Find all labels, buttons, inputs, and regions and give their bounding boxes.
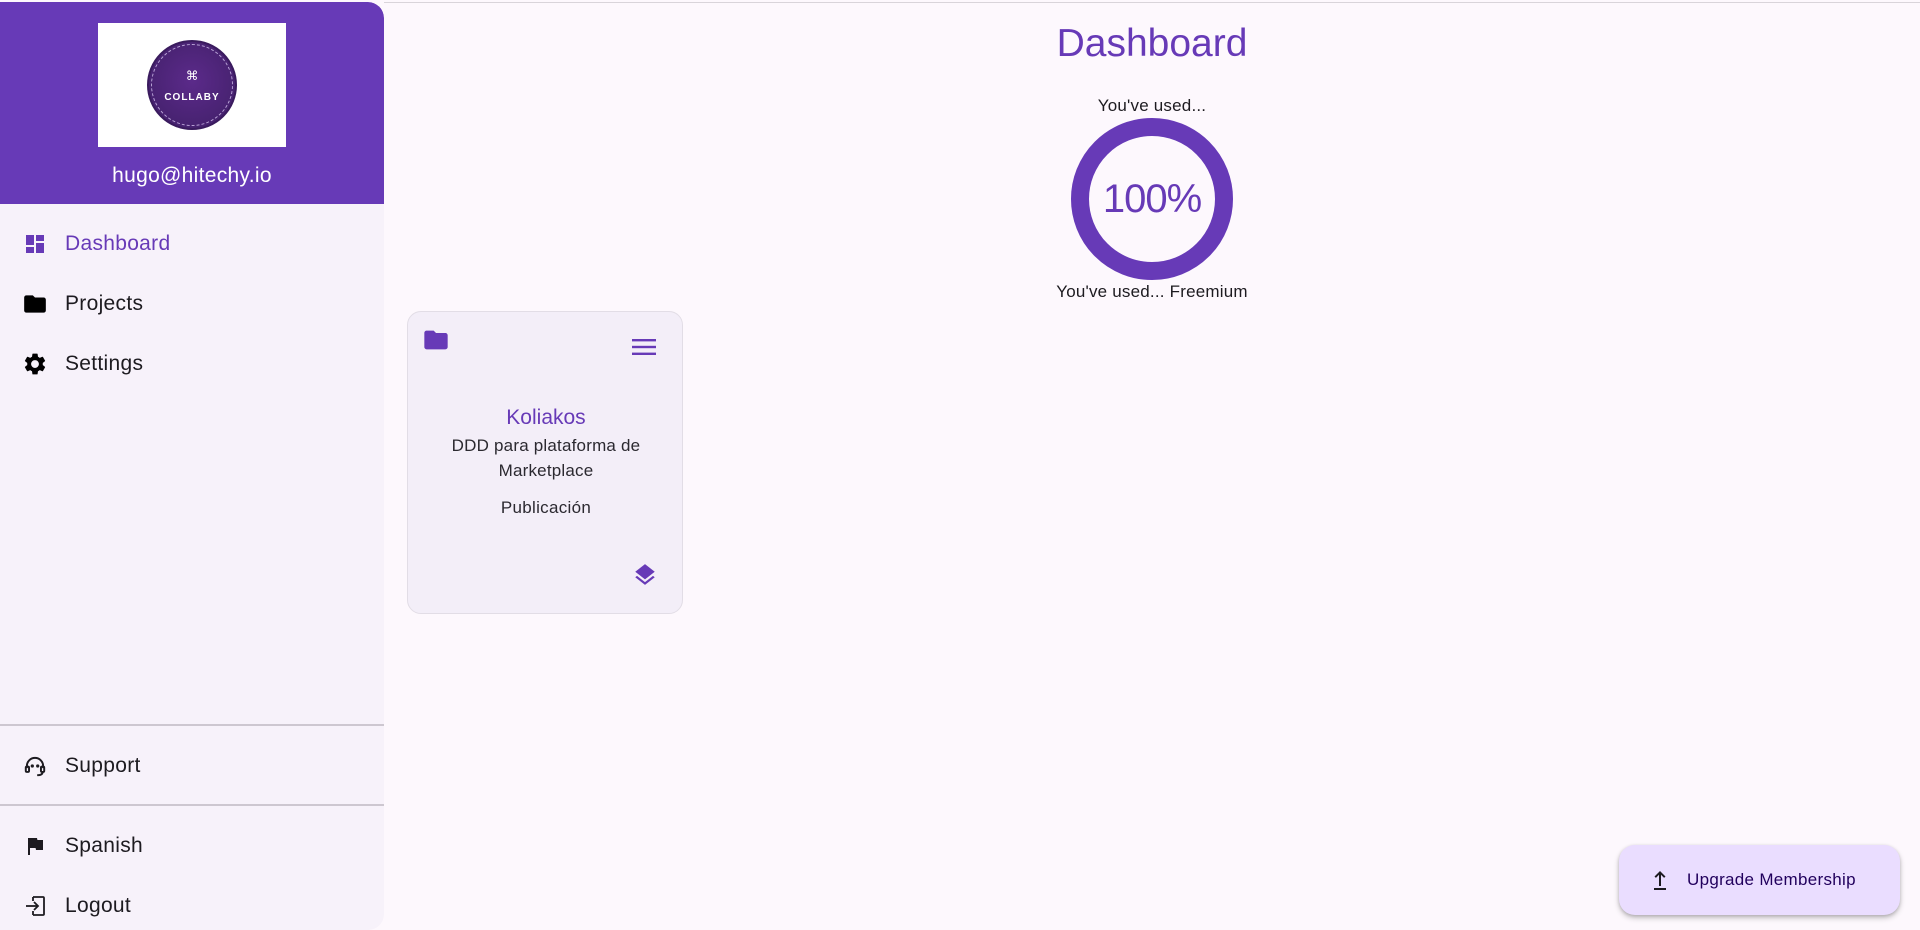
logo-mark-icon: ⌘ [186,65,198,87]
logo-badge: ⌘ COLLABY [147,40,237,130]
sidebar-item-language[interactable]: Spanish [0,818,384,874]
flag-icon [22,833,48,859]
sidebar-item-settings[interactable]: Settings [0,336,384,392]
sidebar-item-label: Dashboard [65,232,171,255]
sidebar: ⌘ COLLABY hugo@hitechy.io Dashboard Proj… [0,2,384,930]
logo: ⌘ COLLABY [98,23,286,147]
project-menu-icon[interactable] [631,337,657,361]
dashboard-icon [22,231,48,257]
sidebar-item-label: Settings [65,352,144,375]
sidebar-item-logout[interactable]: Logout [0,878,384,930]
top-divider [384,2,1920,3]
folder-icon [22,291,48,317]
upgrade-membership-label: Upgrade Membership [1687,870,1856,889]
layers-icon[interactable] [632,562,658,592]
user-email: hugo@hitechy.io [112,164,272,187]
project-description: DDD para plataforma de Marketplace [451,436,641,480]
usage-top-label: You've used... [1097,96,1207,115]
sidebar-item-label: Spanish [65,834,143,857]
project-title[interactable]: Koliakos [408,406,684,430]
sidebar-divider [0,724,384,726]
usage-bottom-label: You've used... Freemium [1056,282,1248,301]
project-folder-icon [422,326,450,358]
sidebar-item-support[interactable]: Support [0,738,384,794]
logout-icon [22,893,48,919]
support-agent-icon [22,753,48,779]
upload-arrow-icon [1651,869,1669,891]
sidebar-item-label: Support [65,754,141,777]
sidebar-item-label: Projects [65,292,144,315]
sidebar-header: ⌘ COLLABY hugo@hitechy.io [0,2,384,204]
app-root: ⌘ COLLABY hugo@hitechy.io Dashboard Proj… [0,0,1920,930]
sidebar-divider [0,804,384,806]
sidebar-item-projects[interactable]: Projects [0,276,384,332]
sidebar-item-label: Logout [65,894,132,917]
sidebar-item-dashboard[interactable]: Dashboard [0,216,384,272]
logo-text: COLLABY [164,91,220,103]
project-status: Publicación [500,498,592,517]
upgrade-membership-button[interactable]: Upgrade Membership [1619,845,1900,915]
gear-icon [22,351,48,377]
page-title: Dashboard [1056,22,1248,65]
project-card[interactable]: Koliakos DDD para plataforma de Marketpl… [407,311,683,614]
usage-percent: 100% [1102,176,1202,221]
